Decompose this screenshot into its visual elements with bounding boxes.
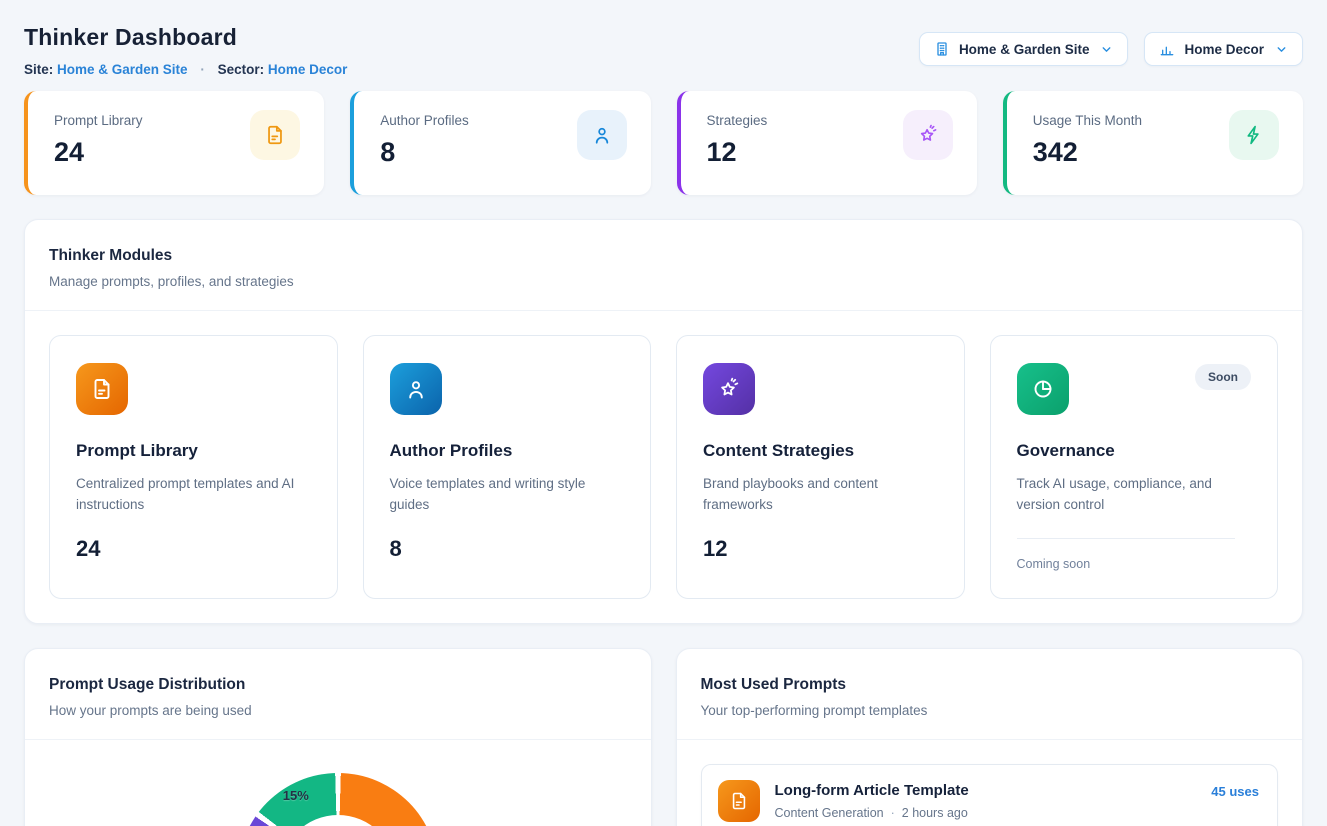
document-icon: [718, 780, 760, 822]
module-card-prompt-library[interactable]: Prompt Library Centralized prompt templa…: [49, 335, 338, 599]
modules-panel: Thinker Modules Manage prompts, profiles…: [24, 219, 1303, 624]
module-title: Author Profiles: [390, 441, 625, 461]
module-card-author-profiles[interactable]: Author Profiles Voice templates and writ…: [363, 335, 652, 599]
user-icon: [390, 363, 442, 415]
module-description: Centralized prompt templates and AI inst…: [76, 474, 311, 516]
site-selector-dropdown[interactable]: Home & Garden Site: [919, 32, 1129, 66]
header-left: Thinker Dashboard Site: Home & Garden Si…: [24, 24, 347, 77]
stat-value: 24: [54, 137, 143, 168]
separator-dot: ·: [891, 806, 895, 820]
prompts-panel-title: Most Used Prompts: [701, 676, 1279, 694]
usage-panel-subtitle: How your prompts are being used: [49, 703, 627, 718]
page-title: Thinker Dashboard: [24, 24, 347, 51]
site-link[interactable]: Home & Garden Site: [57, 62, 188, 77]
donut-slice-label: 15%: [278, 788, 314, 803]
module-description: Voice templates and writing style guides: [390, 474, 625, 516]
document-icon: [250, 110, 300, 160]
separator-dot: ·: [200, 62, 205, 77]
prompt-category: Content Generation: [775, 806, 884, 820]
prompt-meta: Content Generation · 2 hours ago: [775, 806, 1197, 820]
module-card-governance[interactable]: Soon Governance Track AI usage, complian…: [990, 335, 1279, 599]
page-header: Thinker Dashboard Site: Home & Garden Si…: [24, 24, 1303, 77]
document-icon: [76, 363, 128, 415]
prompt-uses-badge: 45 uses: [1211, 784, 1259, 799]
stat-card-author-profiles: Author Profiles 8: [350, 91, 650, 195]
sector-selector-label: Home Decor: [1184, 42, 1264, 57]
usage-panel-title: Prompt Usage Distribution: [49, 676, 627, 694]
site-selector-label: Home & Garden Site: [959, 42, 1090, 57]
usage-distribution-panel: Prompt Usage Distribution How your promp…: [24, 648, 652, 826]
building-icon: [934, 41, 950, 57]
user-icon: [577, 110, 627, 160]
star-icon: [703, 363, 755, 415]
module-card-content-strategies[interactable]: Content Strategies Brand playbooks and c…: [676, 335, 965, 599]
donut-chart-area: 15%: [25, 740, 651, 826]
stat-card-strategies: Strategies 12: [677, 91, 977, 195]
modules-panel-subtitle: Manage prompts, profiles, and strategies: [49, 274, 1278, 289]
stat-label: Prompt Library: [54, 113, 143, 128]
modules-grid: Prompt Library Centralized prompt templa…: [25, 311, 1302, 623]
soon-badge: Soon: [1195, 364, 1251, 390]
module-title: Content Strategies: [703, 441, 938, 461]
module-count: 8: [390, 536, 625, 562]
stat-card-prompt-library: Prompt Library 24: [24, 91, 324, 195]
sector-label: Sector:: [218, 62, 265, 77]
usage-panel-header: Prompt Usage Distribution How your promp…: [25, 649, 651, 739]
header-buttons: Home & Garden Site Home Decor: [919, 32, 1303, 66]
list-item-prompt[interactable]: Long-form Article Template Content Gener…: [701, 764, 1279, 826]
module-title: Prompt Library: [76, 441, 311, 461]
modules-panel-header: Thinker Modules Manage prompts, profiles…: [25, 220, 1302, 310]
stat-label: Strategies: [707, 113, 768, 128]
stat-label: Usage This Month: [1033, 113, 1142, 128]
module-title: Governance: [1017, 441, 1252, 461]
stat-value: 342: [1033, 137, 1142, 168]
coming-soon-text: Coming soon: [1017, 557, 1252, 571]
chevron-down-icon: [1275, 43, 1288, 56]
modules-panel-title: Thinker Modules: [49, 247, 1278, 265]
stat-card-usage: Usage This Month 342: [1003, 91, 1303, 195]
module-description: Brand playbooks and content frameworks: [703, 474, 938, 516]
module-count: 12: [703, 536, 938, 562]
stat-value: 12: [707, 137, 768, 168]
star-icon: [903, 110, 953, 160]
usage-donut-chart[interactable]: 15%: [238, 773, 438, 826]
prompt-title: Long-form Article Template: [775, 782, 1197, 799]
pie-chart-icon: [1017, 363, 1069, 415]
most-used-prompts-panel: Most Used Prompts Your top-performing pr…: [676, 648, 1304, 826]
chart-bars-icon: [1159, 41, 1175, 57]
stats-row: Prompt Library 24 Author Profiles 8: [24, 91, 1303, 195]
prompts-panel-header: Most Used Prompts Your top-performing pr…: [677, 649, 1303, 739]
stat-value: 8: [380, 137, 469, 168]
sector-link[interactable]: Home Decor: [268, 62, 348, 77]
module-description: Track AI usage, compliance, and version …: [1017, 474, 1252, 516]
bolt-icon: [1229, 110, 1279, 160]
module-count: 24: [76, 536, 311, 562]
divider: [1017, 538, 1236, 539]
site-label: Site:: [24, 62, 53, 77]
prompts-panel-subtitle: Your top-performing prompt templates: [701, 703, 1279, 718]
prompt-time: 2 hours ago: [902, 806, 968, 820]
stat-label: Author Profiles: [380, 113, 469, 128]
chevron-down-icon: [1100, 43, 1113, 56]
bottom-row: Prompt Usage Distribution How your promp…: [24, 648, 1303, 826]
prompt-list: Long-form Article Template Content Gener…: [677, 740, 1303, 826]
dashboard-page: Thinker Dashboard Site: Home & Garden Si…: [0, 0, 1327, 826]
breadcrumb: Site: Home & Garden Site · Sector: Home …: [24, 62, 347, 77]
sector-selector-dropdown[interactable]: Home Decor: [1144, 32, 1303, 66]
